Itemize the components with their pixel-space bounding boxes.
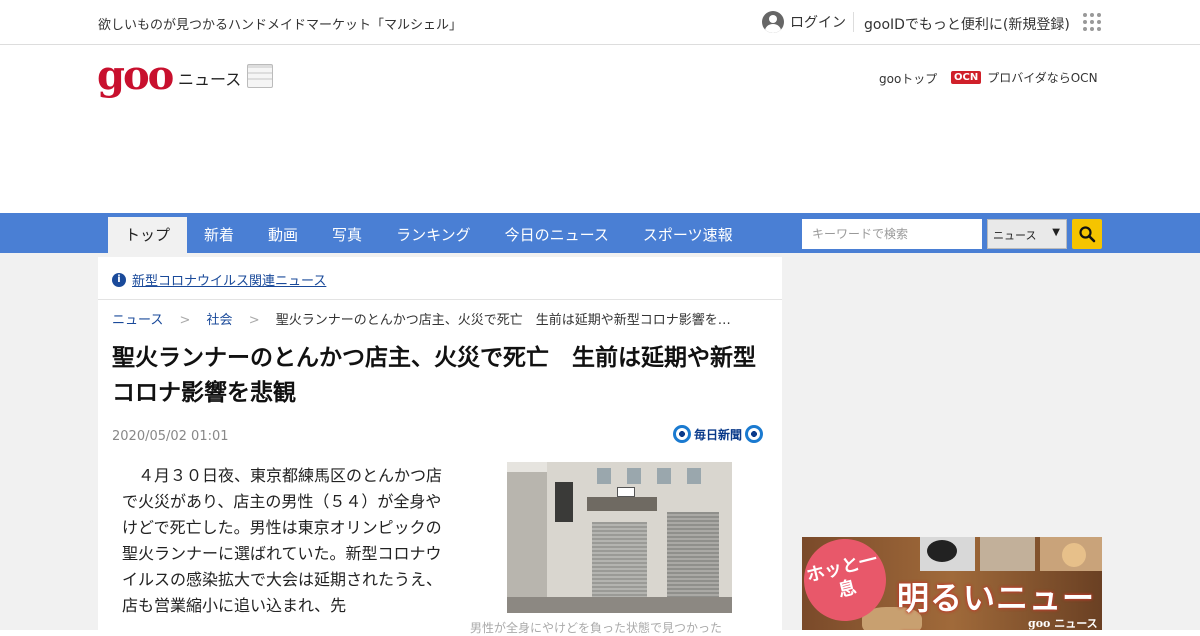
panda-image: [927, 540, 957, 562]
ocn-link[interactable]: OCN プロバイダならOCN: [951, 69, 1098, 86]
goo-logo[interactable]: goo: [97, 56, 174, 96]
dog-image: [1062, 543, 1086, 567]
register-link[interactable]: gooIDでもっと便利に(新規登録): [864, 14, 1070, 34]
tab-top[interactable]: トップ: [108, 217, 188, 253]
article-date: 2020/05/02 01:01: [112, 429, 229, 444]
search-scope-value: ニュース: [993, 229, 1037, 242]
site-header: goo ニュース gooトップ OCN プロバイダならOCN: [0, 46, 1200, 213]
tab-ranking[interactable]: ランキング: [379, 217, 488, 253]
breadcrumb-separator-icon: >: [179, 313, 191, 328]
search-icon: [1079, 226, 1096, 243]
ocn-logo-icon: OCN: [951, 71, 982, 84]
article-photo[interactable]: [507, 462, 732, 613]
ocn-label: プロバイダならOCN: [987, 71, 1098, 85]
article-card: i 新型コロナウイルス関連ニュース ニュース > 社会 > 聖火ランナーのとんか…: [98, 257, 782, 635]
breadcrumb-separator-icon: >: [248, 313, 260, 328]
tab-photo[interactable]: 写真: [315, 217, 379, 253]
tab-today[interactable]: 今日のニュース: [488, 217, 626, 253]
breadcrumb-society[interactable]: 社会: [207, 313, 233, 328]
bright-news-banner[interactable]: ホッと一息 明るいニュース goo ニュース: [802, 537, 1102, 630]
search-input[interactable]: [802, 219, 982, 249]
publisher-name: 毎日新聞: [694, 427, 743, 442]
article-headline: 聖火ランナーのとんかつ店主、火災で死亡 生前は延期や新型コロナ影響を悲観: [112, 345, 756, 406]
tab-video[interactable]: 動画: [251, 217, 315, 253]
photo-caption: 男性が全身にやけどを負った状態で見つかった: [470, 621, 723, 635]
news-section-label[interactable]: ニュース: [178, 66, 241, 90]
covid-news-link[interactable]: i 新型コロナウイルス関連ニュース: [112, 270, 326, 289]
divider: [98, 299, 782, 300]
tab-new[interactable]: 新着: [187, 217, 251, 253]
search-scope-select[interactable]: ニュース ▼: [987, 219, 1067, 249]
nav-tabs: トップ 新着 動画 写真 ランキング 今日のニュース スポーツ速報: [108, 217, 750, 253]
login-label: ログイン: [790, 15, 846, 31]
newspaper-icon: [247, 64, 273, 88]
covid-news-label: 新型コロナウイルス関連ニュース: [132, 274, 327, 289]
promo-link[interactable]: 欲しいものが見つかるハンドメイドマーケット「マルシェル」: [98, 14, 462, 33]
publisher-logo[interactable]: 毎日新聞: [670, 425, 766, 443]
tab-sports[interactable]: スポーツ速報: [626, 217, 750, 253]
main-nav: トップ 新着 動画 写真 ランキング 今日のニュース スポーツ速報 ニュース ▼: [0, 213, 1200, 253]
mainichi-logo-icon: [745, 425, 764, 443]
app-grid-icon[interactable]: [1083, 13, 1101, 31]
info-icon: i: [112, 272, 126, 287]
article-body: ４月３０日夜、東京都練馬区のとんかつ店で火災があり、店主の男性（５４）が全身やけ…: [122, 466, 443, 615]
caret-down-icon: ▼: [1052, 227, 1060, 238]
mainichi-logo-icon: [673, 425, 691, 443]
breadcrumb: ニュース > 社会 > 聖火ランナーのとんかつ店主、火災で死亡 生前は延期や新型…: [112, 309, 772, 328]
search-button[interactable]: [1072, 219, 1102, 249]
divider: [853, 12, 854, 32]
top-bar: 欲しいものが見つかるハンドメイドマーケット「マルシェル」 ログイン gooIDで…: [0, 0, 1200, 45]
banner-brand: goo ニュース: [1028, 617, 1098, 630]
user-avatar-icon: [762, 11, 784, 33]
login-link[interactable]: ログイン: [762, 11, 846, 33]
breadcrumb-current: 聖火ランナーのとんかつ店主、火災で死亡 生前は延期や新型コロナ影響を…: [275, 313, 731, 328]
breadcrumb-news[interactable]: ニュース: [112, 313, 163, 328]
goo-top-link[interactable]: gooトップ: [879, 70, 937, 87]
